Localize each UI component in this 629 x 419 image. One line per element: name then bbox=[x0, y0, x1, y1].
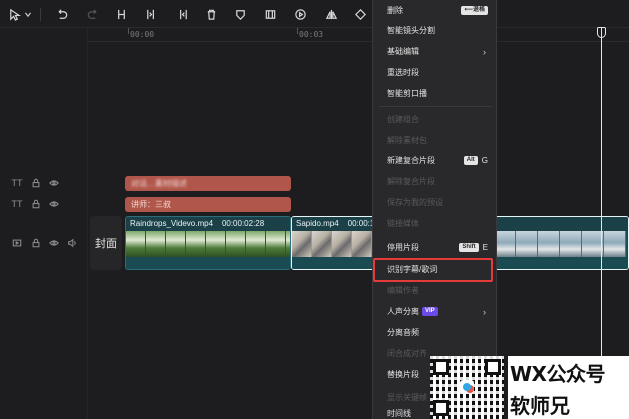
split-right-icon[interactable] bbox=[172, 0, 192, 28]
menu-item-smart-scene-split[interactable]: 智能镜头分割 bbox=[373, 20, 498, 41]
shortcut: Alt G bbox=[463, 156, 488, 165]
menu-item-label: 解除复合片段 bbox=[387, 177, 435, 186]
ruler-label-3s: 00:03 bbox=[299, 30, 324, 39]
menu-item-vocal-separation[interactable]: 人声分离 VIP › bbox=[373, 301, 498, 322]
menu-item-label: 新建复合片段 bbox=[387, 156, 435, 165]
menu-item-label: 显示关键帧 bbox=[387, 393, 427, 402]
menu-item-label: 编辑作者 bbox=[387, 286, 419, 295]
lock-icon[interactable] bbox=[30, 177, 42, 189]
video-track-icon bbox=[11, 237, 23, 249]
shortcut-letter: E bbox=[482, 243, 488, 252]
qr-code-watermark bbox=[430, 356, 504, 419]
text-track-icon: TT bbox=[11, 199, 23, 209]
menu-item-label: 时间线 bbox=[387, 409, 411, 418]
chevron-right-icon: › bbox=[483, 46, 486, 57]
menu-item-delete[interactable]: 删除 ⟵退格 bbox=[373, 0, 498, 21]
menu-item-create-group: 创建组合 bbox=[373, 109, 498, 130]
video-clip[interactable]: Raindrops_Videvo.mp4 00:00:02:28 bbox=[125, 216, 291, 270]
vip-badge: VIP bbox=[422, 307, 438, 316]
watermark-line1: WX公众号 bbox=[510, 362, 605, 386]
text-track-2-header: TT bbox=[0, 197, 88, 211]
split-left-icon[interactable] bbox=[141, 0, 161, 28]
dropdown-chevron-icon[interactable] bbox=[22, 0, 34, 28]
text-clip[interactable]: 讲师：三叔 bbox=[125, 197, 291, 212]
menu-item-label: 保存为我的预设 bbox=[387, 198, 443, 207]
freeze-frame-icon[interactable] bbox=[260, 0, 280, 28]
delete-icon[interactable] bbox=[201, 0, 221, 28]
shift-key: Shift bbox=[459, 243, 479, 252]
menu-item-label: 智能镜头分割 bbox=[387, 26, 435, 35]
audio-waveform-strip bbox=[126, 257, 290, 269]
alt-key: Alt bbox=[463, 156, 478, 165]
highlight-annotation bbox=[373, 258, 493, 282]
mirror-icon[interactable] bbox=[321, 0, 341, 28]
menu-item-new-compound[interactable]: 新建复合片段 Alt G bbox=[373, 150, 498, 171]
qr-logo-icon bbox=[460, 380, 474, 394]
rotate-icon[interactable] bbox=[350, 0, 370, 28]
split-icon[interactable] bbox=[111, 0, 131, 28]
lock-icon[interactable] bbox=[30, 237, 42, 249]
video-clip-duration: 00:00:02:28 bbox=[221, 219, 265, 228]
shortcut: ⟵退格 bbox=[461, 6, 488, 15]
backspace-key: ⟵退格 bbox=[461, 6, 488, 15]
menu-divider bbox=[379, 106, 492, 107]
menu-item-reselect-range[interactable]: 重选时段 bbox=[373, 62, 498, 83]
ruler-label-start: 00:00 bbox=[130, 30, 155, 39]
menu-item-smart-cut[interactable]: 智能剪口播 bbox=[373, 83, 498, 104]
undo-icon[interactable] bbox=[52, 0, 72, 28]
speaker-icon[interactable] bbox=[66, 237, 78, 249]
menu-item-disable-clip[interactable]: 停用片段 Shift E bbox=[373, 237, 498, 258]
lock-icon[interactable] bbox=[30, 198, 42, 210]
eye-icon[interactable] bbox=[48, 237, 60, 249]
ruler-tick bbox=[128, 28, 129, 34]
menu-item-label: 删除 bbox=[387, 6, 403, 15]
video-clip-header: Raindrops_Videvo.mp4 00:00:02:28 bbox=[126, 217, 290, 231]
text-clip-label: 讲师：三叔 bbox=[131, 200, 171, 209]
text-clip-label: 对话…素材描述 bbox=[131, 179, 187, 188]
shortcut-letter: G bbox=[481, 156, 488, 165]
time-ruler[interactable]: 00:00 00:03 bbox=[88, 28, 629, 42]
text-clip[interactable]: 对话…素材描述 bbox=[125, 176, 291, 191]
video-thumbnails bbox=[126, 231, 290, 257]
reverse-icon[interactable] bbox=[290, 0, 310, 28]
menu-item-label: 分离音频 bbox=[387, 328, 419, 337]
shortcut: Shift E bbox=[459, 243, 488, 252]
menu-item-save-preset: 保存为我的预设 bbox=[373, 192, 498, 213]
menu-item-label: 闭合成对齐 bbox=[387, 349, 427, 358]
watermark-text: WX公众号 软师兄 bbox=[508, 356, 629, 419]
menu-item-basic-edit[interactable]: 基础编辑 › bbox=[373, 41, 498, 62]
menu-item-release-compound: 解除复合片段 bbox=[373, 171, 498, 192]
timeline-toolbar bbox=[0, 0, 629, 28]
chevron-right-icon: › bbox=[483, 306, 486, 317]
menu-item-label: 智能剪口播 bbox=[387, 89, 427, 98]
main-track-header bbox=[0, 236, 88, 250]
toolbar-divider bbox=[40, 8, 41, 21]
text-track-1-header: TT bbox=[0, 176, 88, 190]
menu-item-label: 链接媒体 bbox=[387, 219, 419, 228]
menu-item-label: 创建组合 bbox=[387, 115, 419, 124]
menu-item-label: 人声分离 bbox=[387, 307, 419, 316]
menu-item-label: 基础编辑 bbox=[387, 47, 419, 56]
watermark-line2: 软师兄 bbox=[510, 394, 570, 418]
select-tool-icon[interactable] bbox=[4, 0, 24, 28]
menu-item-separate-audio[interactable]: 分离音频 bbox=[373, 322, 498, 343]
video-clip-name: Raindrops_Videvo.mp4 bbox=[130, 219, 214, 228]
menu-item-ungroup-package: 解除素材包 bbox=[373, 130, 498, 151]
menu-item-label: 重选时段 bbox=[387, 68, 419, 77]
redo-icon[interactable] bbox=[82, 0, 102, 28]
marker-icon[interactable] bbox=[230, 0, 250, 28]
eye-icon[interactable] bbox=[48, 177, 60, 189]
ruler-tick bbox=[297, 28, 298, 34]
menu-item-link-media: 链接媒体 bbox=[373, 213, 498, 234]
menu-item-label: 停用片段 bbox=[387, 243, 419, 252]
menu-item-label: 替换片段 bbox=[387, 370, 419, 379]
text-track-icon: TT bbox=[11, 178, 23, 188]
playhead-handle[interactable] bbox=[597, 27, 606, 38]
menu-item-label: 解除素材包 bbox=[387, 136, 427, 145]
track-headers: TT TT bbox=[0, 28, 88, 419]
eye-icon[interactable] bbox=[48, 198, 60, 210]
video-clip-name: Sapido.mp4 bbox=[296, 219, 339, 228]
menu-item-edit-author: 编辑作者 bbox=[373, 280, 498, 301]
